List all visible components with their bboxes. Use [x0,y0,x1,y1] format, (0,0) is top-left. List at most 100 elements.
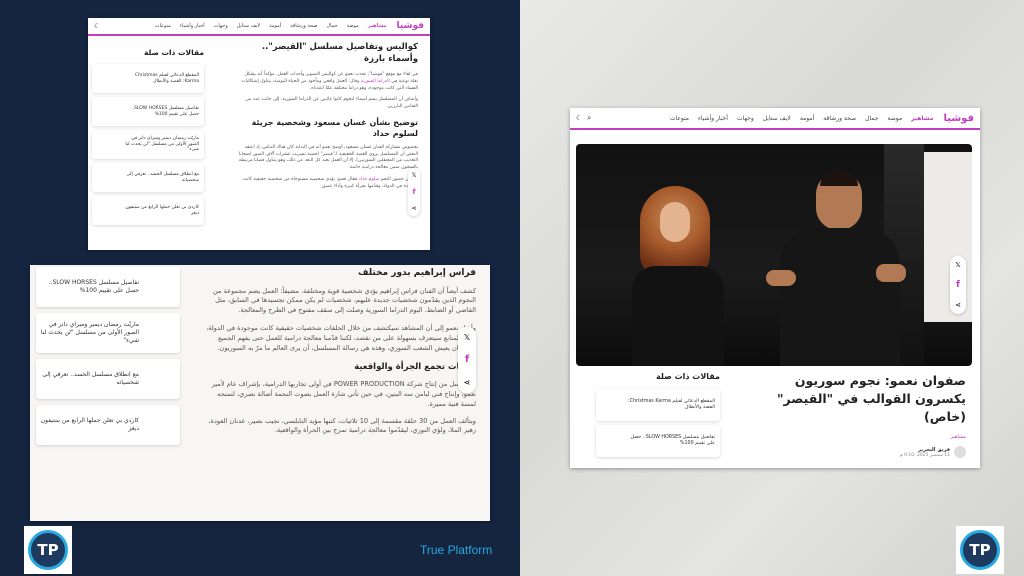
related-article[interactable]: مع انطلاق مسلسل الحسد.. تعرفي إلى شخصيات… [92,163,204,192]
related-thumbnail [143,408,177,442]
nav-item[interactable]: موضة [347,23,359,29]
nav-item[interactable]: أمومة [269,23,281,29]
related-article-title: مع انطلاق مسلسل الحسد.. تعرفي إلى شخصيات… [126,171,199,183]
share-bar: 𝕏 f ⋖ [950,256,966,314]
dark-mode-icon[interactable]: ☾ [576,114,582,123]
dark-mode-icon[interactable]: ☾ [94,22,100,30]
share-bar: 𝕏 f ⋖ [408,168,420,216]
nav-item[interactable]: صحة ورشاقة [290,23,317,29]
x-share-icon[interactable]: 𝕏 [464,333,470,342]
share-icon[interactable]: ⋖ [464,378,471,387]
hero-image [576,144,972,366]
person-silhouette [628,186,728,366]
related-articles: تفاصيل مسلسل SLOW HORSES.. حصل على تقييم… [36,267,180,445]
true-platform-logo: TP [24,526,72,574]
nav-item[interactable]: أخبار وأشياء [698,115,728,122]
related-article[interactable]: تفاصيل مسلسل SLOW HORSES.. حصل على تقييم… [36,267,180,307]
related-article[interactable]: المقطع الدعائي لفيلم Christmas Karma: ال… [596,389,720,421]
related-article-title: ماريّت رمضان ديمير وميراي دانر في الصور … [125,135,199,153]
avatar [954,446,966,459]
paragraph: كشف أيضاً أن الفنان فراس إبراهيم يؤدي شخ… [213,286,476,315]
nav-item[interactable]: جمال [865,115,878,122]
related-article-title: تفاصيل مسلسل SLOW HORSES.. حصل على تقييم… [131,105,199,117]
brand-logo[interactable]: فوشيا [944,113,975,124]
nav-item[interactable]: أخبار وأشياء [180,23,205,29]
article-link[interactable]: سلوم حداد [359,177,380,182]
paragraph: ويتألف العمل من 30 حلقة مقسمة إلى 10 ثلا… [208,416,476,435]
related-articles: مقالات ذات صلة المقطع الدعائي لفيلم Chri… [596,372,720,457]
related-thumbnail [598,427,626,455]
related-article[interactable]: ماريّت رمضان ديمير وميراي دانر في الصور … [92,130,204,159]
paragraph: في لقاء مع موقع "فوشيا"، تحدث نعمو عن كو… [241,71,418,91]
related-article[interactable]: تفاصيل مسلسل SLOW HORSES.. حصل على تقييم… [596,425,720,457]
related-article-title: ماريّت رمضان ديمير وميراي دانر في الصور … [40,321,139,344]
paragraph: أما عن حضور النجم سلوم حداد فقال نعمو: ي… [242,177,418,190]
related-article-title: تفاصيل مسلسل SLOW HORSES.. حصل على تقييم… [630,434,715,446]
related-thumbnail [94,132,120,158]
paragraph: وأضاف أن المسلسل يضم أسماء لنجوم كانوا غ… [245,97,418,110]
related-thumbnail [143,362,177,396]
related-heading: مقالات ذات صلة [143,48,204,57]
share-icon[interactable]: ⋖ [955,301,961,309]
section-heading: ثلاثيات تجمع الجرأة والواقعية [354,361,476,372]
author-row: فريق التحرير 11 سبتمبر 2025 ,9:10 م [766,446,966,459]
top-nav: فوشيا مشاهير موضة جمال صحة ورشاقة أمومة … [570,108,980,130]
related-thumbnail [598,391,626,419]
related-article-title: المقطع الدعائي لفيلم Christmas Karma: ال… [628,398,715,410]
related-article[interactable]: مع انطلاق مسلسل الحسد.. تعرفي إلى شخصيات… [36,359,180,399]
nav-item[interactable]: لايف ستايل [763,115,791,122]
nav-item[interactable]: وجهات [737,115,754,122]
related-article[interactable]: كاردي بي تعلن حملها الرابع من ستيفون ديغ… [92,196,204,225]
facebook-share-icon[interactable]: f [412,188,415,196]
nav-item[interactable]: منوعات [155,23,171,29]
facebook-share-icon[interactable]: f [956,280,960,290]
search-icon[interactable]: ⌕ [587,114,591,123]
related-article-title: تفاصيل مسلسل SLOW HORSES.. حصل على تقييم… [48,279,139,294]
paragraph: بخصوص مشاركة الفنان غسان مسعود، أوضح نعم… [238,144,418,171]
facebook-share-icon[interactable]: f [465,354,469,365]
related-thumbnail [94,99,120,125]
tp-logo-icon: TP [28,530,68,570]
nav-item[interactable]: أمومة [800,115,814,122]
related-thumbnail [143,316,177,350]
page-title: صفوان نعمو: نجوم سوريون يكسرون القوالب ف… [776,373,966,425]
platform-caption: True Platform [420,543,493,557]
related-article[interactable]: تفاصيل مسلسل SLOW HORSES.. حصل على تقييم… [92,97,204,126]
tp-logo-icon: TP [960,530,1000,570]
section-heading: فراس إبراهيم بدور مختلف [358,268,476,278]
screenshot-article-bottom: فراس إبراهيم بدور مختلف كشف أيضاً أن الف… [30,265,490,521]
article-link[interactable]: الدراما السورية [361,79,390,84]
section-heading: توضيح بشأن غسان مسعود وشخصية جريئة لسلوم… [251,118,418,139]
person-silhouette [766,172,916,366]
screenshot-article-main: فوشيا مشاهير موضة جمال صحة ورشاقة أمومة … [570,108,980,468]
nav-item[interactable]: وجهات [214,23,228,29]
x-share-icon[interactable]: 𝕏 [955,261,961,269]
related-articles: مقالات ذات صلة المقطع الدعائي لفيلم Chri… [92,48,204,225]
nav-item[interactable]: موضة [887,115,902,122]
true-platform-logo: TP [956,526,1004,574]
related-thumbnail [143,270,177,304]
nav-item[interactable]: لايف ستايل [237,23,260,29]
related-article-title: كاردي بي تعلن حملها الرابع من ستيفون ديغ… [125,204,199,216]
category-tag[interactable]: مشاهير [766,434,966,440]
related-thumbnail [94,198,120,224]
section-heading: كواليس وتفاصيل مسلسل "القيصر".. وأسماء ب… [261,42,418,64]
brand-logo[interactable]: فوشيا [397,21,424,31]
screenshot-article-top: فوشيا مشاهير موضة جمال صحة ورشاقة أمومة … [88,18,430,250]
top-nav: فوشيا مشاهير موضة جمال صحة ورشاقة أمومة … [88,18,430,36]
related-article[interactable]: كاردي بي تعلن حملها الرابع من ستيفون ديغ… [36,405,180,445]
x-share-icon[interactable]: 𝕏 [412,172,417,179]
article-body: كواليس وتفاصيل مسلسل "القيصر".. وأسماء ب… [238,42,418,191]
related-heading: مقالات ذات صلة [655,372,720,381]
nav-item[interactable]: مشاهير [368,23,387,29]
nav-item[interactable]: مشاهير [911,115,933,122]
nav-item[interactable]: جمال [327,23,338,29]
related-article[interactable]: المقطع الدعائي لفيلم Christmas Karma: ال… [92,64,204,93]
share-bar: 𝕏 f ⋖ [458,327,476,393]
publish-date: 11 سبتمبر 2025 ,9:10 م [899,452,950,458]
related-thumbnail [94,66,120,92]
nav-item[interactable]: صحة ورشاقة [823,115,856,122]
related-article[interactable]: ماريّت رمضان ديمير وميراي دانر في الصور … [36,313,180,353]
share-icon[interactable]: ⋖ [411,205,416,212]
nav-item[interactable]: منوعات [670,115,689,122]
